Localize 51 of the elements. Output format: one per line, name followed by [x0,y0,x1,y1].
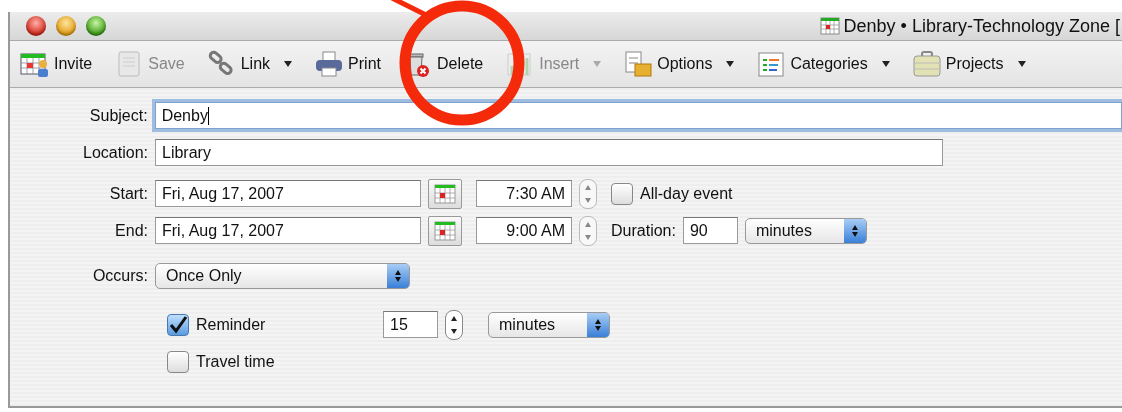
stepper[interactable] [445,309,463,340]
calendar-button[interactable] [428,215,462,246]
unit-select[interactable]: minutes [488,311,610,338]
field-label: Duration: [611,221,676,240]
toolbar-button[interactable]: Invite [16,50,97,78]
minimize-button[interactable] [56,16,76,36]
duration-field[interactable]: 90 [682,217,738,244]
toolbar-button[interactable]: Print [310,50,385,78]
location-field[interactable]: Library [155,139,943,166]
updown-arrows-icon [594,317,602,332]
subject-field[interactable]: Denby [154,102,1122,129]
toolbar-button[interactable]: Projects [907,50,1030,78]
checkbox[interactable] [167,313,189,336]
list-icon [756,50,787,78]
checkbox-label: Reminder [196,315,267,334]
close-button[interactable] [26,16,46,36]
date-field[interactable]: Fri, Aug 17, 2007 [155,180,421,207]
reminder-field[interactable]: 15 [383,311,438,338]
field-label: Subject: [88,106,148,125]
toolbar-button[interactable]: Delete [399,50,488,78]
checkbox-label: Travel time [196,352,275,371]
field-label: Occurs: [91,266,148,285]
printer-icon [314,50,345,78]
calendar-icon [819,17,840,35]
calendar-button[interactable] [428,178,462,209]
checkbox[interactable] [167,350,189,373]
toolbar-button[interactable]: Link [202,50,297,78]
toolbar-button[interactable]: Options [619,50,739,78]
caret-icon [1017,61,1026,67]
envelope-icon [623,50,654,78]
calendar-icon [20,50,50,78]
caret-icon [593,61,602,67]
toolbar-button[interactable]: Categories [752,50,894,78]
field-label: Location: [82,143,148,162]
unit-select[interactable]: minutes [744,217,867,244]
caret-icon [726,61,735,67]
time-field[interactable]: 9:00 AM [476,217,572,244]
updown-arrows-icon [394,268,402,283]
checkbox-label: All-day event [640,184,733,203]
time-field[interactable]: 7:30 AM [476,180,572,207]
zoom-button[interactable] [86,16,106,36]
field-label: Start: [108,184,148,203]
checkbox[interactable] [611,182,633,205]
caret-icon [284,61,293,67]
occurs-select[interactable]: Once Only [155,262,410,289]
caret-icon [881,61,890,67]
field-label: End: [114,221,148,240]
briefcase-icon [911,50,942,78]
updown-arrows-icon [850,223,859,238]
window-title: Denby • Library-Technology Zone [ [843,15,1120,37]
date-field[interactable]: Fri, Aug 17, 2007 [155,217,421,244]
